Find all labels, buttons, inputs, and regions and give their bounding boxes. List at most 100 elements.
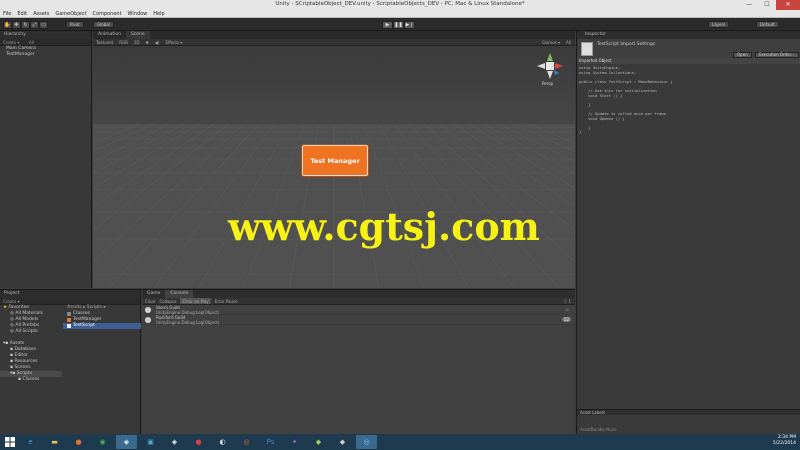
rect-tool-icon[interactable]: ▭ [39,21,48,29]
tab-inspector[interactable]: Inspector [577,31,800,39]
tool-icon-2[interactable]: ◆ [332,435,353,449]
global-toggle[interactable]: Global [93,21,114,28]
web-icon[interactable]: ◎ [356,435,377,449]
window-title: Unity - SCriptableObject_DEV.unity - Scr… [275,1,525,7]
visualstudio-icon[interactable]: ✦ [284,435,305,449]
scene-orientation-gizmo[interactable]: Persp [535,51,565,87]
window-controls: — ☐ ✕ [740,0,800,10]
media-icon[interactable]: ▣ [140,435,161,449]
menu-gameobject[interactable]: GameObject [55,10,86,17]
layout-dropdown[interactable]: Default [756,21,779,28]
project-create-button[interactable]: Create ▾ [3,299,20,304]
hierarchy-create-button[interactable]: Create ▾ [3,40,20,45]
shading-mode-dropdown[interactable]: Textured [96,39,113,45]
log-count-badge[interactable]: ⓘ 1 [563,298,571,304]
maximize-button[interactable]: ☐ [758,0,776,10]
menu-help[interactable]: Help [153,10,164,17]
2d-toggle[interactable]: 2D [134,39,140,45]
step-icon[interactable]: ▶❘ [404,21,415,29]
transform-tools: ✋ ✥ ↻ ⤢ ▭ [3,21,48,29]
clear-on-play-toggle[interactable]: Clear on Play [180,298,211,304]
layers-dropdown[interactable]: Layers [708,21,730,28]
pause-icon[interactable]: ❚❚ [393,21,404,29]
photoshop-icon[interactable]: Ps [260,435,281,449]
hierarchy-toolbar: Create ▾ All [0,39,91,46]
hierarchy-panel: Hierarchy Create ▾ All Main Camera TestM… [0,31,92,288]
main-toolbar: ✋ ✥ ↻ ⤢ ▭ Pivot Global ▶ ❚❚ ▶❘ Layers De… [0,18,800,31]
menu-component[interactable]: Component [93,10,122,17]
app-icon-2[interactable]: ◎ [236,435,257,449]
explorer-icon[interactable]: ▬ [44,435,65,449]
chrome-icon[interactable]: ◉ [92,435,113,449]
scale-tool-icon[interactable]: ⤢ [30,21,39,29]
hierarchy-search-input[interactable]: All [29,40,34,45]
project-tree: ★ Favorites ◎ All Materials ◎ All Models… [0,305,62,383]
tab-game[interactable]: Game [142,290,165,298]
project-toolbar: Create ▾ [0,298,140,305]
log-entry[interactable]: i Rockford Guild UnityEngine.Debug:Log(O… [142,315,575,325]
lighting-toggle-icon[interactable]: ✹ [145,39,148,45]
tab-console[interactable]: Console [165,290,194,298]
game-icon[interactable]: ● [188,435,209,449]
info-count-icon: ⓘ [563,299,568,304]
gizmos-dropdown[interactable]: Gizmos ▾ [542,39,560,45]
render-mode-dropdown[interactable]: RGB [119,39,128,45]
unity-icon-2[interactable]: ◈ [164,435,185,449]
collapse-button[interactable]: Collapse [159,298,176,304]
ie-icon[interactable]: e [20,435,41,449]
assets-list: Assets ▸ Scripts ▸ Classes TestManager T… [63,305,141,329]
firefox-icon[interactable]: ● [68,435,89,449]
system-tray-clock[interactable]: 2:34 PM 5/22/2014 [773,435,796,447]
close-button[interactable]: ✕ [776,0,800,10]
minimize-button[interactable]: — [740,0,758,10]
clear-button[interactable]: Clear [145,298,155,304]
window-titlebar: Unity - SCriptableObject_DEV.unity - Scr… [0,0,800,10]
rotate-tool-icon[interactable]: ↻ [21,21,30,29]
menu-window[interactable]: Window [128,10,148,17]
log-stack: UnityEngine.Debug:Log(Object) [156,320,220,325]
tab-hierarchy[interactable]: Hierarchy [0,31,91,39]
hand-tool-icon[interactable]: ✋ [3,21,12,29]
move-tool-icon[interactable]: ✥ [12,21,21,29]
script-icon [67,324,71,328]
error-pause-toggle[interactable]: Error Pause [215,298,238,304]
test-manager-button[interactable]: Test Manager [301,144,369,177]
log-count: 12 [561,317,571,322]
effects-dropdown[interactable]: Effects ▾ [165,39,182,45]
script-file-icon [581,42,593,56]
log-collapse-icon: ◎ [565,307,570,312]
play-icon[interactable]: ▶ [382,21,393,29]
pivot-toggle[interactable]: Pivot [66,21,84,28]
tab-project[interactable]: Project [0,290,140,298]
menu-assets[interactable]: Assets [33,10,49,17]
menu-bar: File Edit Assets GameObject Component Wi… [0,10,800,18]
play-controls: ▶ ❚❚ ▶❘ [382,21,415,29]
console-toolbar: Clear Collapse Clear on Play Error Pause… [142,298,575,305]
scene-view[interactable]: Animation Scene Textured RGB 2D ✹ ◀) Eff… [93,31,575,288]
audio-toggle-icon[interactable]: ◀) [155,39,160,45]
console-panel: Game Console Clear Collapse Clear on Pla… [142,289,575,434]
asset-labels-header[interactable]: Asset Labels [577,409,800,415]
watermark-text: www.cgtsj.com [228,204,540,249]
assetbundle-field[interactable]: AssetBundle None [577,427,800,434]
axis-gizmo-icon [537,53,563,79]
scene-search-input[interactable]: All [566,39,571,45]
favorite-item[interactable]: ◎ All Scripts [0,329,62,335]
menu-edit[interactable]: Edit [17,10,27,17]
app-icon[interactable]: ◐ [212,435,233,449]
tab-scene[interactable]: Scene [125,31,150,39]
info-icon: i [145,307,151,313]
start-button[interactable] [0,434,20,450]
hierarchy-item-testmanager[interactable]: TestManager [0,52,91,58]
inspector-panel: Inspector TestScript Import Settings Ope… [576,31,800,434]
menu-file[interactable]: File [3,10,11,17]
folder-item[interactable]: ▪ Classes [0,377,62,383]
tab-animation[interactable]: Animation [93,31,126,39]
scene-tabs: Animation Scene [93,31,575,39]
windows-taskbar: e ▬ ● ◉ ◈ ▣ ◈ ● ◐ ◎ Ps ✦ ◆ ◆ ◎ 2:34 PM 5… [0,434,800,450]
asset-item-testscript[interactable]: TestScript [63,323,141,329]
persp-label: Persp [542,81,553,86]
log-entry[interactable]: i Storm Guild UnityEngine.Debug:Log(Obje… [142,305,575,315]
unity-icon[interactable]: ◈ [116,435,137,449]
tool-icon[interactable]: ◆ [308,435,329,449]
